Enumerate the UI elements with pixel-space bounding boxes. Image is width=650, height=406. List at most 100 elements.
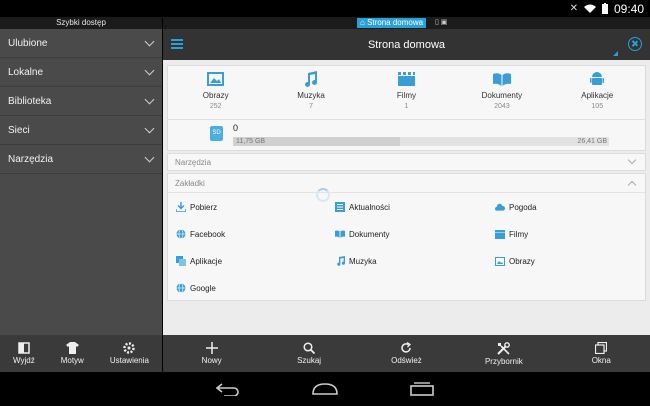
main-panel: ⌂ Strona domowa ▯ ▣ Strona domowa Obrazy…	[163, 17, 650, 372]
bookmark-label: Pobierz	[190, 202, 218, 212]
storage-total: 26,41 GB	[577, 138, 607, 145]
bookmark-label: Pogoda	[509, 202, 537, 212]
menu-icon[interactable]	[171, 39, 183, 49]
bookmark-facebook[interactable]: Facebook	[176, 229, 225, 239]
quick-access-item-favorites[interactable]: Ulubione	[0, 29, 162, 58]
settings-label: Ustawienia	[109, 356, 149, 365]
bookmarks-grid: Pobierz Aktualności Pogoda Facebook Doku…	[168, 192, 645, 302]
category-images[interactable]: Obrazy 252	[176, 70, 256, 119]
quick-access-item-library[interactable]: Biblioteka	[0, 87, 162, 116]
main-toolbar: Nowy Szukaj Odśwież Przybornik Okna	[163, 335, 650, 372]
image-icon	[495, 256, 505, 266]
windows-button[interactable]: Okna	[566, 342, 636, 365]
music-note-icon	[305, 71, 318, 87]
film-icon	[397, 72, 415, 86]
bookmark-movies[interactable]: Filmy	[495, 229, 528, 239]
chevron-up-icon	[627, 180, 637, 189]
chevron-down-icon	[144, 123, 155, 133]
library-card: Obrazy 252 Muzyka 7 Filmy 1 Dokumenty 20…	[167, 65, 646, 151]
chevron-down-icon	[144, 94, 155, 104]
plus-icon	[205, 342, 218, 354]
bookmarks-section-header[interactable]: Zakładki	[168, 174, 645, 192]
category-row: Obrazy 252 Muzyka 7 Filmy 1 Dokumenty 20…	[168, 66, 645, 119]
bookmarks-section-title: Zakładki	[175, 178, 205, 188]
theme-button[interactable]: Motyw	[61, 342, 84, 365]
search-button[interactable]: Szukaj	[274, 342, 344, 365]
new-button[interactable]: Nowy	[177, 342, 247, 365]
title-bar: Strona domowa	[163, 29, 650, 60]
android-icon	[590, 72, 605, 85]
image-icon	[207, 72, 225, 86]
tools-section-header[interactable]: Narzędzia	[167, 153, 646, 171]
wifi-icon	[583, 4, 596, 13]
bookmark-weather[interactable]: Pogoda	[495, 202, 537, 212]
category-count: 2043	[494, 103, 510, 110]
chevron-down-icon	[144, 65, 155, 75]
refresh-button[interactable]: Odśwież	[371, 342, 441, 365]
sd-card-icon: SD	[210, 126, 223, 141]
book-icon	[335, 230, 345, 238]
bookmark-google[interactable]: Google	[176, 283, 216, 293]
exit-button[interactable]: Wyjdź	[13, 342, 35, 365]
quick-access-item-label: Sieci	[8, 124, 30, 136]
refresh-icon	[401, 342, 412, 353]
back-icon[interactable]	[216, 382, 240, 396]
recent-apps-icon[interactable]	[410, 382, 434, 396]
category-label: Aplikacje	[581, 91, 614, 100]
settings-button[interactable]: Ustawienia	[110, 342, 149, 365]
bookmark-label: Filmy	[509, 229, 529, 239]
search-icon	[303, 342, 316, 354]
globe-icon	[176, 229, 186, 239]
bookmarks-card: Zakładki Pobierz Aktualności Pogoda Face…	[167, 173, 646, 301]
bookmark-documents[interactable]: Dokumenty	[335, 229, 389, 239]
news-icon	[335, 202, 345, 212]
sd-storage-row[interactable]: SD 0 11,75 GB 26,41 GB	[168, 119, 645, 150]
theme-label: Motyw	[60, 356, 84, 365]
chevron-down-icon	[627, 155, 637, 165]
bookmark-news[interactable]: Aktualności	[335, 202, 390, 212]
chevron-down-icon	[144, 36, 155, 46]
storage-name: 0	[233, 123, 239, 133]
globe-icon	[176, 283, 186, 293]
bookmark-images[interactable]: Obrazy	[495, 256, 535, 266]
film-icon	[495, 229, 505, 239]
bookmark-download[interactable]: Pobierz	[176, 202, 217, 212]
quick-access-item-local[interactable]: Lokalne	[0, 58, 162, 87]
category-label: Muzyka	[297, 91, 325, 100]
category-label: Obrazy	[202, 91, 229, 100]
quick-access-item-label: Lokalne	[8, 66, 44, 78]
category-apps[interactable]: Aplikacje 105	[557, 70, 637, 119]
dropdown-corner-icon[interactable]	[613, 51, 618, 56]
tab-home[interactable]: ⌂ Strona domowa	[357, 18, 427, 28]
bookmark-label: Google	[190, 283, 216, 293]
battery-icon	[601, 3, 608, 14]
category-movies[interactable]: Filmy 1	[366, 70, 446, 119]
book-icon	[492, 72, 511, 86]
quick-access-panel: Szybki dostęp Ulubione Lokalne Bibliotek…	[0, 17, 162, 372]
shirt-icon	[65, 342, 79, 354]
bookmark-label: Obrazy	[509, 256, 535, 266]
bookmark-label: Aktualności	[349, 202, 390, 212]
storage-used: 11,75 GB	[236, 138, 266, 145]
quick-access-item-network[interactable]: Sieci	[0, 116, 162, 145]
quick-access-item-tools[interactable]: Narzędzia	[0, 145, 162, 174]
status-bar: ✕ 09:40	[0, 0, 650, 17]
bookmark-label: Facebook	[190, 229, 226, 239]
category-count: 105	[591, 103, 604, 110]
bookmark-music[interactable]: Muzyka	[335, 256, 377, 266]
bookmark-apps[interactable]: Aplikacje	[176, 256, 222, 266]
tab-devices-icon[interactable]: ▯ ▣	[435, 18, 447, 28]
close-icon[interactable]	[628, 37, 642, 51]
quick-access-header: Szybki dostęp	[0, 17, 162, 29]
quick-access-item-label: Ulubione	[8, 37, 48, 49]
tab-label: Strona domowa	[367, 18, 424, 27]
category-music[interactable]: Muzyka 7	[271, 70, 351, 119]
toolbox-button[interactable]: Przybornik	[469, 341, 539, 366]
category-label: Dokumenty	[481, 91, 523, 100]
download-icon	[176, 202, 186, 212]
weather-icon	[495, 203, 505, 211]
refresh-label: Odśwież	[391, 356, 422, 365]
category-documents[interactable]: Dokumenty 2043	[462, 70, 542, 119]
home-icon[interactable]	[312, 383, 338, 395]
home-content: Obrazy 252 Muzyka 7 Filmy 1 Dokumenty 20…	[167, 65, 646, 303]
